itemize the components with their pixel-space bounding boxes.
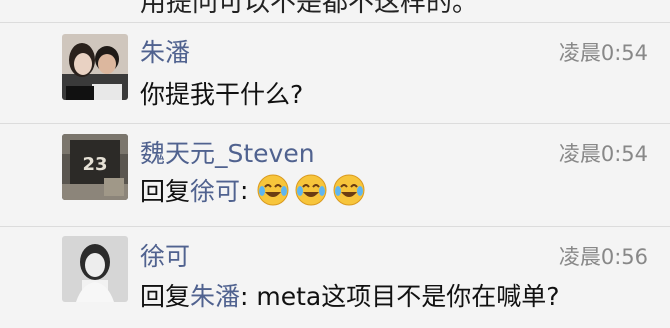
message-text: 你提我干什么? (140, 80, 304, 109)
message-time: 凌晨0:54 (558, 41, 648, 65)
sender-name[interactable]: 徐可 (140, 237, 190, 273)
list-item[interactable]: 徐可 凌晨0:56 回复 朱潘 : meta这项目不是你在喊单? (0, 227, 670, 328)
couple-photo-avatar (62, 34, 128, 100)
list-item[interactable]: 朱潘 凌晨0:54 你提我干什么? (0, 23, 670, 123)
avatar[interactable] (62, 236, 128, 302)
laughing-crying-emoji (295, 174, 327, 206)
jersey-23-avatar: 23 (62, 134, 128, 200)
message-time: 凌晨0:56 (558, 245, 648, 269)
reply-prefix: 回复 (140, 282, 191, 311)
sender-name[interactable]: 朱潘 (140, 33, 190, 69)
sender-name[interactable]: 魏天元_Steven (140, 134, 315, 170)
woman-portrait-avatar (62, 236, 128, 302)
message-time: 凌晨0:54 (558, 142, 648, 166)
message-text: : meta这项目不是你在喊单? (240, 282, 560, 311)
avatar[interactable]: 23 (62, 134, 128, 200)
laughing-crying-emoji (257, 174, 289, 206)
previous-message-cutoff: 用提问可以不是都不这样的。 (0, 0, 670, 22)
svg-text:23: 23 (82, 154, 107, 175)
mention-link[interactable]: 朱潘 (190, 277, 240, 313)
avatar[interactable] (62, 34, 128, 100)
previous-message-text: 用提问可以不是都不这样的。 (140, 0, 479, 18)
mention-link[interactable]: 徐可 (190, 172, 240, 208)
reply-prefix: 回复 (140, 177, 191, 206)
list-item[interactable]: 23 魏天元_Steven 凌晨0:54 回复 徐可 : (0, 124, 670, 226)
message-content: 回复 徐可 : (140, 172, 366, 208)
laughing-crying-emoji (333, 174, 365, 206)
message-content: 回复 朱潘 : meta这项目不是你在喊单? (140, 277, 560, 313)
reply-colon: : (240, 175, 249, 205)
